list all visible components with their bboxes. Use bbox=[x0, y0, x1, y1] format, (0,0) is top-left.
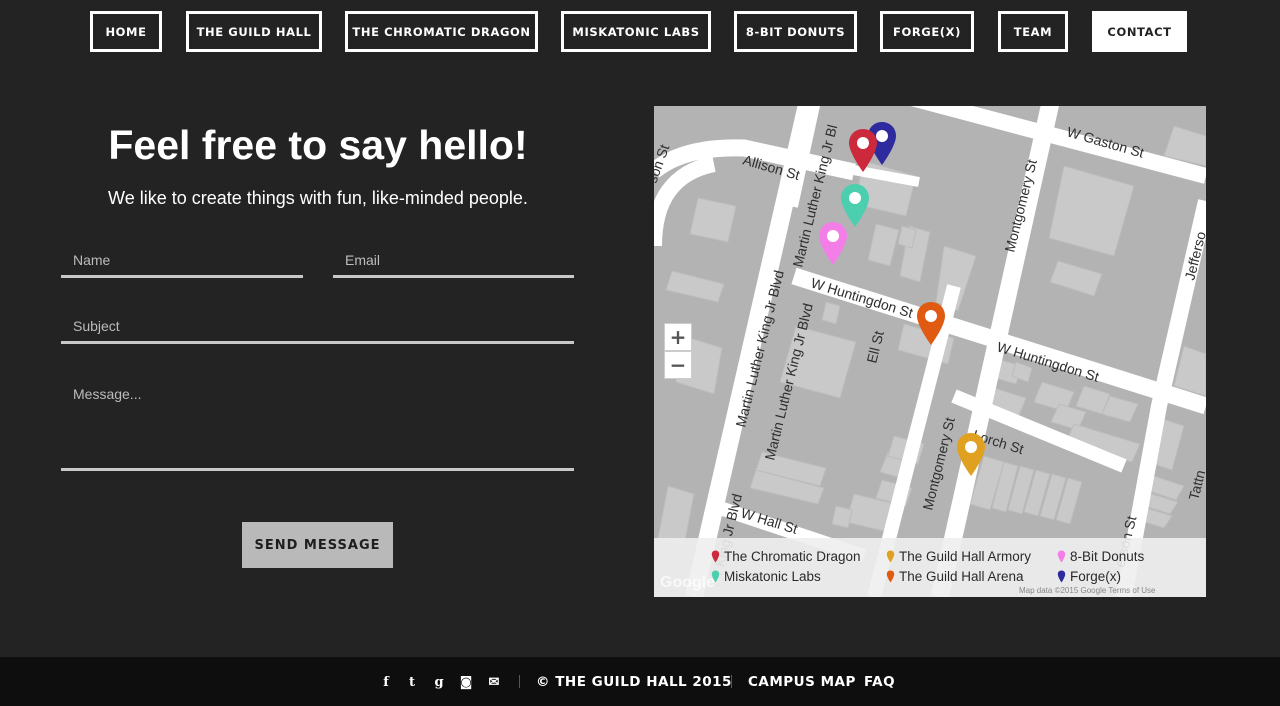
campus-map[interactable]: Allison St son St Martin Luther King Jr … bbox=[654, 106, 1206, 597]
main-nav: HOME THE GUILD HALL THE CHROMATIC DRAGON… bbox=[0, 0, 1280, 60]
nav-item-chromatic-dragon[interactable]: THE CHROMATIC DRAGON bbox=[345, 11, 538, 52]
map-marker-icon bbox=[886, 570, 895, 583]
send-message-button[interactable]: SEND MESSAGE bbox=[242, 522, 393, 568]
map-marker-icon bbox=[1057, 570, 1066, 583]
zoom-in-button[interactable]: + bbox=[664, 323, 692, 351]
copyright-text: © THE GUILD HALL 2015 bbox=[536, 674, 732, 690]
footer-separator bbox=[519, 675, 520, 688]
legend-item-forge-x[interactable]: Forge(x) bbox=[1057, 569, 1121, 584]
nav-item-contact[interactable]: CONTACT bbox=[1092, 11, 1187, 52]
nav-item-home[interactable]: HOME bbox=[90, 11, 162, 52]
email-icon[interactable]: ✉ bbox=[486, 674, 502, 690]
email-input[interactable] bbox=[333, 245, 574, 278]
map-marker-icon bbox=[1057, 550, 1066, 563]
legend-label: The Guild Hall Arena bbox=[899, 569, 1024, 584]
nav-item-8-bit-donuts[interactable]: 8-BIT DONUTS bbox=[734, 11, 857, 52]
map-attribution[interactable]: Map data ©2015 Google Terms of Use bbox=[1019, 586, 1156, 595]
legend-item-miskatonic-labs[interactable]: Miskatonic Labs bbox=[711, 569, 821, 584]
nav-item-forge-x[interactable]: FORGE(X) bbox=[880, 11, 974, 52]
legend-item-guild-hall-arena[interactable]: The Guild Hall Arena bbox=[886, 569, 1024, 584]
footer: f t g ◙ ✉ © THE GUILD HALL 2015 CAMPUS M… bbox=[0, 657, 1280, 706]
message-textarea[interactable] bbox=[61, 372, 574, 471]
map-pin-guild-hall-arena[interactable] bbox=[915, 301, 947, 347]
legend-item-chromatic-dragon[interactable]: The Chromatic Dragon bbox=[711, 549, 861, 564]
subject-input[interactable] bbox=[61, 311, 574, 344]
nav-item-team[interactable]: TEAM bbox=[998, 11, 1068, 52]
nav-item-guild-hall[interactable]: THE GUILD HALL bbox=[186, 11, 322, 52]
legend-label: 8-Bit Donuts bbox=[1070, 549, 1145, 564]
page-title: Feel free to say hello! bbox=[108, 122, 528, 168]
legend-label: Forge(x) bbox=[1070, 569, 1122, 584]
page-subtitle: We like to create things with fun, like-… bbox=[108, 188, 528, 208]
instagram-icon[interactable]: ◙ bbox=[458, 674, 474, 690]
map-pin-guild-hall-armory[interactable] bbox=[955, 432, 987, 478]
legend-item-8-bit-donuts[interactable]: 8-Bit Donuts bbox=[1057, 549, 1144, 564]
map-pin-8-bit-donuts[interactable] bbox=[817, 221, 849, 267]
legend-label: The Chromatic Dragon bbox=[724, 549, 861, 564]
map-marker-icon bbox=[711, 550, 720, 563]
legend-label: The Guild Hall Armory bbox=[899, 549, 1032, 564]
legend-label: Miskatonic Labs bbox=[724, 569, 821, 584]
google-logo: Google bbox=[660, 574, 716, 591]
facebook-icon[interactable]: f bbox=[378, 674, 394, 690]
twitter-icon[interactable]: t bbox=[404, 674, 420, 690]
map-pin-chromatic-dragon[interactable] bbox=[847, 128, 879, 174]
faq-link[interactable]: FAQ bbox=[864, 674, 895, 690]
google-plus-icon[interactable]: g bbox=[431, 674, 447, 690]
map-marker-icon bbox=[886, 550, 895, 563]
campus-map-link[interactable]: CAMPUS MAP bbox=[748, 674, 856, 690]
zoom-out-button[interactable]: − bbox=[664, 351, 692, 379]
nav-item-miskatonic-labs[interactable]: MISKATONIC LABS bbox=[561, 11, 711, 52]
map-base: Allison St son St Martin Luther King Jr … bbox=[654, 106, 1206, 597]
footer-separator bbox=[731, 675, 732, 688]
name-input[interactable] bbox=[61, 245, 303, 278]
legend-item-guild-hall-armory[interactable]: The Guild Hall Armory bbox=[886, 549, 1031, 564]
